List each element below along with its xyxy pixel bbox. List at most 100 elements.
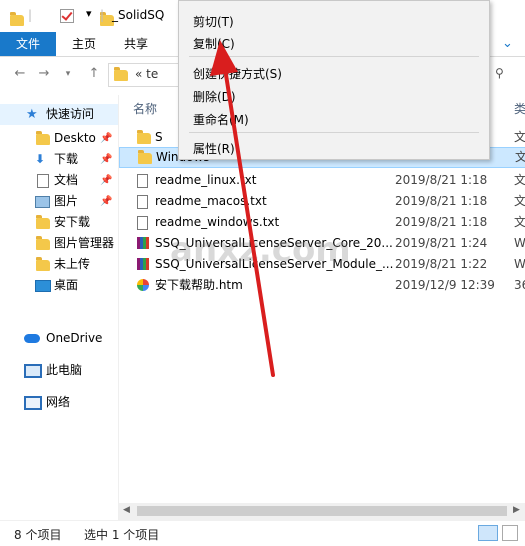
sidebar-item-not-uploaded[interactable]: 未上传: [0, 254, 118, 275]
desktop-icon: [35, 280, 51, 292]
watermark: anxz.com: [170, 230, 351, 270]
network-icon: [24, 396, 42, 410]
column-type[interactable]: 类: [514, 100, 525, 117]
file-date: 2019/12/9 12:39: [395, 278, 495, 292]
cloud-icon: [24, 334, 40, 343]
computer-icon: [24, 364, 42, 378]
sidebar-item-pictures[interactable]: 图片 📌: [0, 191, 118, 212]
file-date: 2019/8/21 1:22: [395, 257, 488, 271]
pin-icon: 📌: [100, 196, 113, 207]
sidebar-label: OneDrive: [46, 331, 103, 345]
recent-locations-icon[interactable]: ▾: [60, 66, 76, 82]
sidebar-item-desktop-cn[interactable]: 桌面: [0, 275, 118, 296]
file-type: W: [514, 236, 525, 250]
scrollbar-thumb[interactable]: [137, 506, 507, 516]
folder-icon: [36, 257, 50, 271]
browser-file-icon: [137, 279, 149, 291]
folder-icon: [10, 12, 24, 26]
sidebar-item-downloads[interactable]: ⬇ 下载 📌: [0, 149, 118, 170]
sidebar-label: 桌面: [54, 278, 79, 292]
sidebar-label: 安下载: [54, 215, 91, 229]
file-type: 文: [514, 173, 525, 187]
folder-icon: [36, 236, 50, 250]
item-count: 8 个项目: [14, 528, 62, 542]
folder-icon: [137, 130, 151, 144]
sidebar-label: 下载: [54, 152, 79, 166]
file-type: 文: [514, 215, 525, 229]
sidebar-label: 图片: [54, 194, 79, 208]
menu-item-copy[interactable]: 复制(C): [193, 35, 235, 52]
menu-item-create-shortcut[interactable]: 创建快捷方式(S): [193, 65, 282, 82]
scroll-left-icon[interactable]: ◀: [123, 505, 130, 515]
back-arrow-icon[interactable]: ←: [12, 66, 28, 82]
menu-item-rename[interactable]: 重命名(M): [193, 111, 249, 128]
sidebar-item-this-pc[interactable]: 此电脑: [0, 360, 118, 381]
title-separator-2: |: [100, 8, 105, 22]
picture-icon: [35, 196, 50, 208]
document-icon: [37, 174, 49, 188]
sidebar-label: 文档: [54, 173, 79, 187]
download-arrow-icon: ⬇: [35, 152, 46, 166]
file-type: W: [514, 257, 525, 271]
file-date: 2019/8/21 1:18: [395, 194, 488, 208]
text-file-icon: [137, 195, 148, 209]
sidebar-item-anxiazai[interactable]: 安下载: [0, 212, 118, 233]
sidebar-label: 此电脑: [46, 363, 83, 377]
scroll-right-icon[interactable]: ▶: [513, 505, 520, 515]
sidebar-label: 图片管理器: [54, 236, 115, 250]
ribbon-expand-icon[interactable]: ⌄: [502, 36, 513, 51]
sidebar-label: 网络: [46, 395, 71, 409]
sidebar-label: 未上传: [54, 257, 91, 271]
file-row[interactable]: readme_linux.txt 2019/8/21 1:18 文: [119, 170, 525, 191]
file-name: readme_macos.txt: [155, 194, 267, 208]
properties-check-icon[interactable]: [59, 9, 74, 23]
navigation-pane: ★ 快速访问 Deskto 📌 ⬇ 下载 📌 文档 📌 图片 📌 安下载 图片管…: [0, 95, 119, 520]
forward-arrow-icon[interactable]: →: [36, 66, 52, 82]
pin-icon: 📌: [100, 133, 113, 144]
menu-item-properties[interactable]: 属性(R): [193, 140, 235, 157]
search-icon[interactable]: ⚲: [495, 66, 504, 80]
sidebar-item-picture-manager[interactable]: 图片管理器: [0, 233, 118, 254]
up-arrow-icon[interactable]: ↑: [86, 66, 102, 82]
sidebar-item-desktop[interactable]: Deskto 📌: [0, 128, 118, 149]
status-bar: 8 个项目 选中 1 个项目: [0, 520, 525, 546]
details-view-icon[interactable]: [478, 525, 498, 541]
tab-home[interactable]: 主页: [58, 32, 110, 56]
tab-file[interactable]: 文件: [0, 32, 57, 56]
folder-icon: [36, 215, 50, 229]
file-type: 36: [514, 278, 525, 292]
file-type: 文: [515, 150, 525, 164]
file-row[interactable]: readme_macos.txt 2019/8/21 1:18 文: [119, 191, 525, 212]
star-icon: ★: [26, 107, 38, 122]
tab-share[interactable]: 共享: [110, 32, 162, 56]
title-separator: |: [28, 8, 33, 22]
column-name[interactable]: 名称: [133, 100, 157, 117]
folder-icon: [138, 150, 152, 164]
menu-separator: [189, 56, 479, 57]
menu-item-cut[interactable]: 剪切(T): [193, 13, 234, 30]
file-row[interactable]: 安下载帮助.htm 2019/12/9 12:39 36: [119, 275, 525, 296]
menu-separator: [189, 132, 479, 133]
sidebar-item-documents[interactable]: 文档 📌: [0, 170, 118, 191]
sidebar-item-onedrive[interactable]: OneDrive: [0, 328, 118, 349]
large-icons-view-icon[interactable]: [502, 525, 518, 541]
file-name: readme_linux.txt: [155, 173, 257, 187]
file-date: 2019/8/21 1:24: [395, 236, 488, 250]
file-date: 2019/8/21 1:18: [395, 215, 488, 229]
file-name: S: [155, 130, 163, 144]
file-type: 文: [514, 130, 525, 144]
sidebar-item-network[interactable]: 网络: [0, 392, 118, 413]
menu-item-delete[interactable]: 删除(D): [193, 88, 236, 105]
context-menu: 剪切(T) 复制(C) 创建快捷方式(S) 删除(D) 重命名(M) 属性(R): [178, 0, 490, 160]
text-file-icon: [137, 174, 148, 188]
pin-icon: 📌: [100, 154, 113, 165]
folder-icon: [36, 131, 50, 145]
selected-count: 选中 1 个项目: [84, 528, 160, 542]
sidebar-label: 快速访问: [46, 107, 95, 121]
file-name: 安下载帮助.htm: [155, 278, 243, 292]
customize-toolbar-icon[interactable]: ▾: [86, 7, 92, 20]
address-folder-icon: [114, 67, 128, 81]
text-file-icon: [137, 216, 148, 230]
archive-icon: [137, 237, 149, 249]
sidebar-item-quick-access[interactable]: ★ 快速访问: [0, 104, 118, 125]
